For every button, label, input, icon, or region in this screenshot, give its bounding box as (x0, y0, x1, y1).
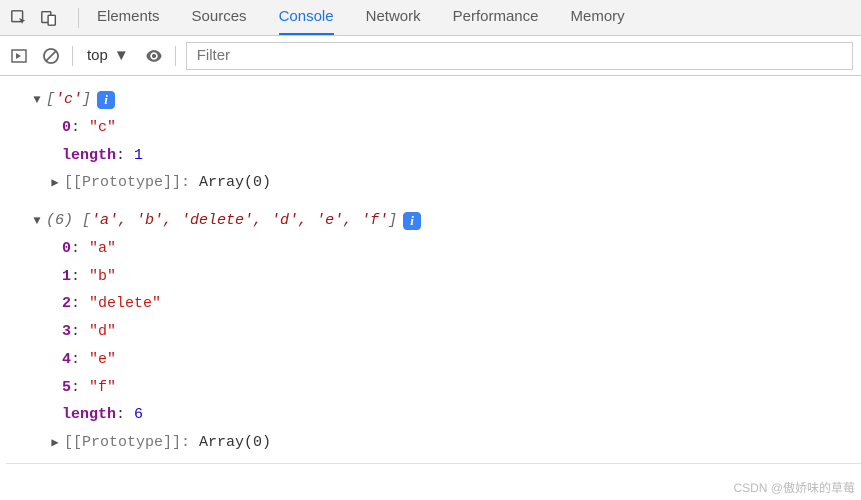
array-length: length: 1 (6, 142, 861, 170)
tab-sources[interactable]: Sources (192, 0, 247, 35)
inspect-icon[interactable] (8, 7, 30, 29)
chevron-down-icon: ▼ (114, 47, 129, 64)
disclosure-open-icon[interactable]: ▼ (30, 210, 44, 232)
tab-performance[interactable]: Performance (453, 0, 539, 35)
bracket: ] (82, 86, 91, 114)
subbar-separator (175, 46, 176, 66)
disclosure-closed-icon[interactable]: ▶ (48, 172, 62, 194)
array-entry: 0: "a" (6, 235, 861, 263)
prototype-row[interactable]: ▶ [[Prototype]]: Array(0) (6, 169, 861, 197)
sidebar-toggle-icon[interactable] (8, 45, 30, 67)
context-label: top (87, 47, 108, 64)
toolbar-separator (78, 8, 79, 28)
tab-elements[interactable]: Elements (97, 0, 160, 35)
tab-network[interactable]: Network (366, 0, 421, 35)
array-entry: 5: "f" (6, 374, 861, 402)
summary-items: 'a', 'b', 'delete', 'd', 'e', 'f' (91, 207, 388, 235)
live-expression-icon[interactable] (143, 45, 165, 67)
array-count: (6) (46, 207, 82, 235)
log-separator (6, 463, 861, 464)
array-entry: 2: "delete" (6, 290, 861, 318)
console-subbar: top ▼ (0, 36, 861, 76)
tab-memory[interactable]: Memory (571, 0, 625, 35)
array-entry: 3: "d" (6, 318, 861, 346)
subbar-separator (72, 46, 73, 66)
clear-console-icon[interactable] (40, 45, 62, 67)
log-entry: ▼ ['c'] i 0: "c" length: 1 ▶ [[Prototype… (6, 86, 861, 197)
disclosure-closed-icon[interactable]: ▶ (48, 432, 62, 454)
info-icon[interactable]: i (403, 212, 421, 230)
bracket: [ (46, 86, 55, 114)
disclosure-open-icon[interactable]: ▼ (30, 89, 44, 111)
array-length: length: 6 (6, 401, 861, 429)
panel-tabs: Elements Sources Console Network Perform… (89, 0, 853, 35)
context-selector[interactable]: top ▼ (83, 45, 133, 66)
device-toggle-icon[interactable] (38, 7, 60, 29)
console-output: ▼ ['c'] i 0: "c" length: 1 ▶ [[Prototype… (0, 76, 861, 464)
watermark: CSDN @傲娇味的草莓 (733, 479, 855, 496)
tab-console[interactable]: Console (279, 0, 334, 35)
filter-input[interactable] (186, 42, 853, 70)
summary-item: 'c' (55, 86, 82, 114)
array-summary[interactable]: ▼ (6) ['a', 'b', 'delete', 'd', 'e', 'f'… (6, 207, 861, 235)
log-entry: ▼ (6) ['a', 'b', 'delete', 'd', 'e', 'f'… (6, 207, 861, 457)
array-summary[interactable]: ▼ ['c'] i (6, 86, 861, 114)
array-entry: 0: "c" (6, 114, 861, 142)
array-entry: 4: "e" (6, 346, 861, 374)
devtools-toolbar: Elements Sources Console Network Perform… (0, 0, 861, 36)
bracket: ] (388, 207, 397, 235)
bracket: [ (82, 207, 91, 235)
array-entry: 1: "b" (6, 263, 861, 291)
info-icon[interactable]: i (97, 91, 115, 109)
prototype-row[interactable]: ▶ [[Prototype]]: Array(0) (6, 429, 861, 457)
